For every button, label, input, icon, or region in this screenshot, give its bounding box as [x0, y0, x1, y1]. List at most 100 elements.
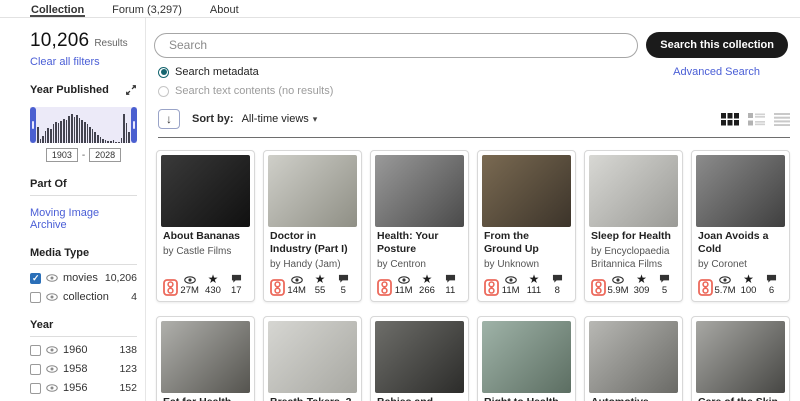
histogram-bar [97, 134, 99, 143]
year-max-input[interactable] [89, 148, 122, 162]
result-title[interactable]: Joan Avoids a Cold [698, 230, 783, 256]
result-title[interactable]: Right to Health, A (Part I) [484, 396, 569, 401]
histogram-bar [107, 140, 110, 143]
advanced-search-link[interactable]: Advanced Search [673, 66, 760, 97]
result-tile[interactable]: Eat for Health by Encyclopaedia Britanni… [156, 316, 255, 401]
facet-checkbox[interactable] [30, 382, 41, 394]
tab-forum[interactable]: Forum (3,297) [111, 3, 183, 17]
eye-icon [612, 276, 624, 284]
result-title[interactable]: From the Ground Up [484, 230, 569, 256]
eye-filter-icon[interactable] [46, 293, 58, 301]
histogram-max-handle[interactable] [131, 107, 137, 143]
result-info: Right to Health, A (Part I) by Professio… [478, 393, 575, 401]
result-title[interactable]: Sleep for Health [591, 230, 676, 243]
facet-checkbox[interactable] [30, 363, 41, 375]
facet-count: 4 [131, 291, 137, 303]
result-info: About Bananas by Castle Films [157, 227, 254, 272]
facet-label[interactable]: movies [63, 272, 98, 284]
clear-all-filters-link[interactable]: Clear all filters [30, 56, 100, 68]
facet-checkbox[interactable] [30, 291, 41, 303]
facet-label[interactable]: collection [63, 291, 109, 303]
sort-value-dropdown[interactable]: All-time views ▾ [242, 113, 318, 125]
result-thumbnail[interactable] [161, 155, 250, 227]
result-tile[interactable]: About Bananas by Castle Films 27M ★ 430 … [156, 150, 255, 302]
radio-selected-icon[interactable] [158, 66, 169, 78]
compact-view-button[interactable] [774, 112, 790, 126]
search-text-contents-option[interactable]: Search text contents (no results) [158, 85, 333, 97]
result-thumbnail[interactable] [696, 321, 785, 393]
result-thumbnail[interactable] [589, 321, 678, 393]
result-title[interactable]: Breath-Takers, 2 [270, 396, 355, 401]
part-of-title: Part Of [30, 178, 137, 196]
result-thumbnail[interactable] [696, 155, 785, 227]
result-info: Babies and Breadwinners (Part II) [371, 393, 468, 401]
result-tile[interactable]: Doctor in Industry (Part I) by Handy (Ja… [263, 150, 362, 302]
facet-label[interactable]: 1956 [63, 382, 87, 394]
sort-by-label: Sort by: [192, 113, 234, 125]
histogram-bar [76, 115, 78, 143]
sort-direction-button[interactable]: ↓ [158, 109, 180, 129]
result-title[interactable]: Babies and Breadwinners (Part II) [377, 396, 462, 401]
result-tile[interactable]: Health: Your Posture by Centron Corporat… [370, 150, 469, 302]
comment-icon [552, 274, 562, 283]
favorites-stat: ★ 266 [417, 273, 437, 296]
result-title[interactable]: Care of the Skin [698, 396, 783, 401]
facet-checkbox[interactable] [30, 344, 41, 356]
star-icon: ★ [528, 272, 540, 286]
result-thumbnail[interactable] [482, 155, 571, 227]
result-thumbnail[interactable] [268, 155, 357, 227]
result-title[interactable]: Eat for Health [163, 396, 248, 401]
result-tile[interactable]: Automotive Service by Holmes (Burton) Fi… [584, 316, 683, 401]
list-view-button[interactable] [748, 112, 765, 126]
histogram-bar [39, 138, 42, 143]
views-stat: 5.7M [714, 276, 736, 296]
search-collection-button[interactable]: Search this collection [646, 32, 788, 58]
result-thumbnail[interactable] [375, 155, 464, 227]
result-tile[interactable]: Care of the Skin by Encyclopaedia Britan… [691, 316, 790, 401]
histogram-bar [91, 129, 94, 143]
eye-filter-icon[interactable] [46, 274, 58, 282]
histogram-bar [115, 141, 117, 143]
histogram-bar [83, 121, 86, 143]
eye-filter-icon[interactable] [46, 365, 58, 373]
result-title[interactable]: Automotive Service [591, 396, 676, 401]
search-metadata-option[interactable]: Search metadata [158, 66, 333, 78]
result-thumbnail[interactable] [161, 321, 250, 393]
facet-label[interactable]: 1960 [63, 344, 87, 356]
year-min-input[interactable] [45, 148, 78, 162]
expand-icon[interactable] [125, 84, 137, 96]
result-title[interactable]: Health: Your Posture [377, 230, 462, 256]
search-input[interactable] [154, 32, 639, 58]
facet-checkbox[interactable] [30, 272, 41, 284]
facet-label[interactable]: 1958 [63, 363, 87, 375]
histogram-bar [63, 118, 65, 143]
result-thumbnail[interactable] [375, 321, 464, 393]
year-published-title: Year Published [30, 84, 109, 96]
result-tile[interactable]: From the Ground Up by Unknown 11M ★ 111 … [477, 150, 576, 302]
histogram-min-handle[interactable] [30, 107, 36, 143]
result-thumbnail[interactable] [268, 321, 357, 393]
tab-about[interactable]: About [209, 3, 240, 17]
eye-filter-icon[interactable] [46, 346, 58, 354]
eye-icon [397, 276, 410, 284]
result-tile[interactable]: Breath-Takers, 2 ★ [263, 316, 362, 401]
grid-view-button[interactable] [721, 112, 739, 126]
tab-collection[interactable]: Collection [30, 3, 86, 17]
favorites-stat: ★ 55 [310, 273, 330, 296]
result-tile[interactable]: Babies and Breadwinners (Part II) ★ [370, 316, 469, 401]
result-tile[interactable]: Right to Health, A (Part I) by Professio… [477, 316, 576, 401]
result-thumbnail[interactable] [482, 321, 571, 393]
reviews-count: 6 [768, 285, 775, 296]
year-published-histogram[interactable] [30, 107, 137, 143]
views-count: 11M [501, 285, 520, 296]
movies-media-icon [377, 279, 392, 296]
eye-filter-icon[interactable] [46, 384, 58, 392]
result-thumbnail[interactable] [589, 155, 678, 227]
result-title[interactable]: About Bananas [163, 230, 248, 243]
comment-icon [445, 274, 455, 283]
result-title[interactable]: Doctor in Industry (Part I) [270, 230, 355, 256]
result-tile[interactable]: Joan Avoids a Cold by Coronet Instructio… [691, 150, 790, 302]
part-of-link[interactable]: Moving Image Archive [30, 207, 137, 231]
radio-unselected-icon[interactable] [158, 85, 169, 97]
result-tile[interactable]: Sleep for Health by Encyclopaedia Britan… [584, 150, 683, 302]
